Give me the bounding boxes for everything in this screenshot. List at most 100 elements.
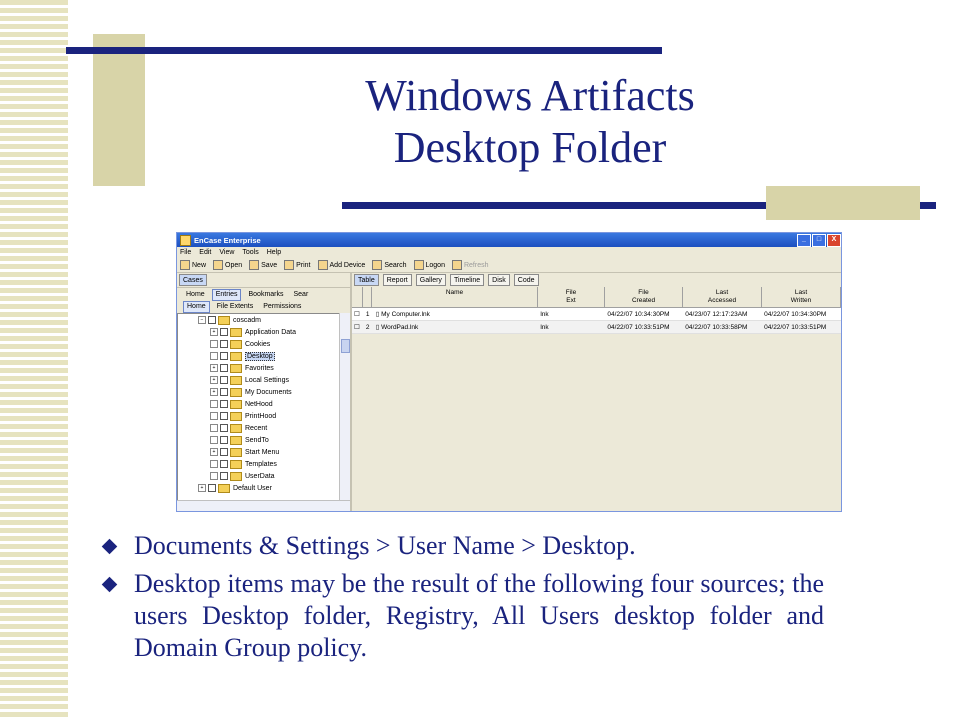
tab-bookmarks[interactable]: Bookmarks [245,290,286,300]
expander-icon[interactable]: + [210,364,218,372]
expander-icon[interactable]: − [198,316,206,324]
row-ext: lnk [540,323,549,331]
tree-item[interactable]: PrintHood [178,410,339,422]
checkbox[interactable] [220,376,228,384]
col-last-written[interactable]: Last Written [762,287,841,307]
table-row[interactable]: ☐ 2 ▯ WordPad.lnk lnk 04/22/07 10:33:51PM 04/… [352,321,841,334]
expander-icon[interactable]: + [210,328,218,336]
tree-horizontal-scrollbar[interactable] [177,500,350,511]
checkbox[interactable] [220,436,228,444]
menu-help[interactable]: Help [267,249,281,256]
subtab-file-extents[interactable]: File Extents [214,302,257,312]
expander-icon[interactable]: + [210,376,218,384]
tab-entries[interactable]: Entries [211,288,242,301]
row-checkbox[interactable]: ☐ [352,310,364,318]
checkbox[interactable] [208,316,216,324]
tree-item[interactable]: Recent [178,422,339,434]
close-button[interactable]: X [827,233,841,247]
row-written: 04/22/07 10:33:51PM [764,323,827,331]
tree-vertical-scrollbar[interactable] [339,313,350,501]
table-row[interactable]: ☐ 1 ▯ My Computer.lnk lnk 04/22/07 10:34:30P… [352,308,841,321]
tree-item[interactable]: − coscadm [178,314,339,326]
expander-icon[interactable] [210,460,218,468]
tree-item[interactable]: + Application Data [178,326,339,338]
expander-icon[interactable]: + [198,484,206,492]
tab-search[interactable]: Sear [291,290,312,300]
table-body: ☐ 1 ▯ My Computer.lnk lnk 04/22/07 10:34:30P… [352,308,841,334]
open-button[interactable]: Open [213,260,242,270]
folder-icon [230,459,242,469]
maximize-button[interactable]: □ [812,233,826,247]
new-button[interactable]: New [180,260,206,270]
checkbox[interactable] [220,340,228,348]
tree-item[interactable]: Templates [178,458,339,470]
refresh-button[interactable]: Refresh [451,260,488,270]
tree-item[interactable]: NetHood [178,398,339,410]
expander-icon[interactable] [210,340,218,348]
menu-tools[interactable]: Tools [242,249,258,256]
row-number: 2 [365,323,370,331]
subtab-permissions[interactable]: Permissions [260,302,304,312]
expander-icon[interactable] [210,424,218,432]
tree-item[interactable]: + Favorites [178,362,339,374]
tree-item[interactable]: + Start Menu [178,446,339,458]
expander-icon[interactable] [210,352,218,360]
col-name[interactable]: Name [372,287,538,307]
col-file-created[interactable]: File Created [605,287,683,307]
row-checkbox[interactable]: ☐ [352,323,364,331]
view-tab-report[interactable]: Report [382,274,412,286]
checkbox[interactable] [220,352,228,360]
cases-tab[interactable]: Cases [179,274,207,286]
col-file-ext[interactable]: File Ext [538,287,605,307]
view-tab-code[interactable]: Code [513,274,539,286]
view-tab-table[interactable]: Table [354,274,379,286]
scroll-thumb[interactable] [341,339,350,353]
checkbox[interactable] [220,460,228,468]
tree-item[interactable]: + Default User [178,482,339,494]
save-button[interactable]: Save [249,260,277,270]
tree-item[interactable]: + My Documents [178,386,339,398]
tree-item[interactable]: UserData [178,470,339,482]
checkbox[interactable] [220,328,228,336]
minimize-button[interactable]: _ [797,233,811,247]
checkbox[interactable] [220,388,228,396]
tree-item[interactable]: + Local Settings [178,374,339,386]
tree-item-label: Application Data [245,328,296,336]
checkbox[interactable] [220,448,228,456]
tree-item-label: Templates [245,460,277,468]
checkbox[interactable] [220,400,228,408]
subtab-home[interactable]: Home [183,300,210,313]
checkbox[interactable] [220,472,228,480]
menu-file[interactable]: File [180,249,191,256]
expander-icon[interactable] [210,400,218,408]
tab-home[interactable]: Home [183,290,208,300]
view-tab-disk[interactable]: Disk [488,274,510,286]
logon-button[interactable]: Logon [413,260,445,270]
col-last-accessed[interactable]: Last Accessed [683,287,762,307]
checkbox[interactable] [208,484,216,492]
menu-bar: File Edit View Tools Help [177,247,841,258]
expander-icon[interactable] [210,412,218,420]
folder-icon [230,363,242,373]
expander-icon[interactable]: + [210,448,218,456]
checkbox[interactable] [220,364,228,372]
tree-item[interactable]: Cookies [178,338,339,350]
view-tab-timeline[interactable]: Timeline [449,274,485,286]
menu-view[interactable]: View [219,249,234,256]
expander-icon[interactable] [210,472,218,480]
expander-icon[interactable] [210,436,218,444]
view-tab-gallery[interactable]: Gallery [415,274,446,286]
tree-item-label: Start Menu [245,448,280,456]
row-name: ▯ WordPad.lnk [375,324,419,331]
checkbox[interactable] [220,424,228,432]
menu-edit[interactable]: Edit [199,249,211,256]
bullet-list: Documents & Settings > User Name > Deskt… [101,530,824,670]
search-button[interactable]: Search [372,260,407,270]
expander-icon[interactable]: + [210,388,218,396]
tree-item[interactable]: Desktop [178,350,339,362]
add-device-button[interactable]: Add Device [317,260,365,270]
checkbox[interactable] [220,412,228,420]
tree-item[interactable]: SendTo [178,434,339,446]
print-button[interactable]: Print [284,260,311,270]
tree-item-label: PrintHood [245,412,277,420]
